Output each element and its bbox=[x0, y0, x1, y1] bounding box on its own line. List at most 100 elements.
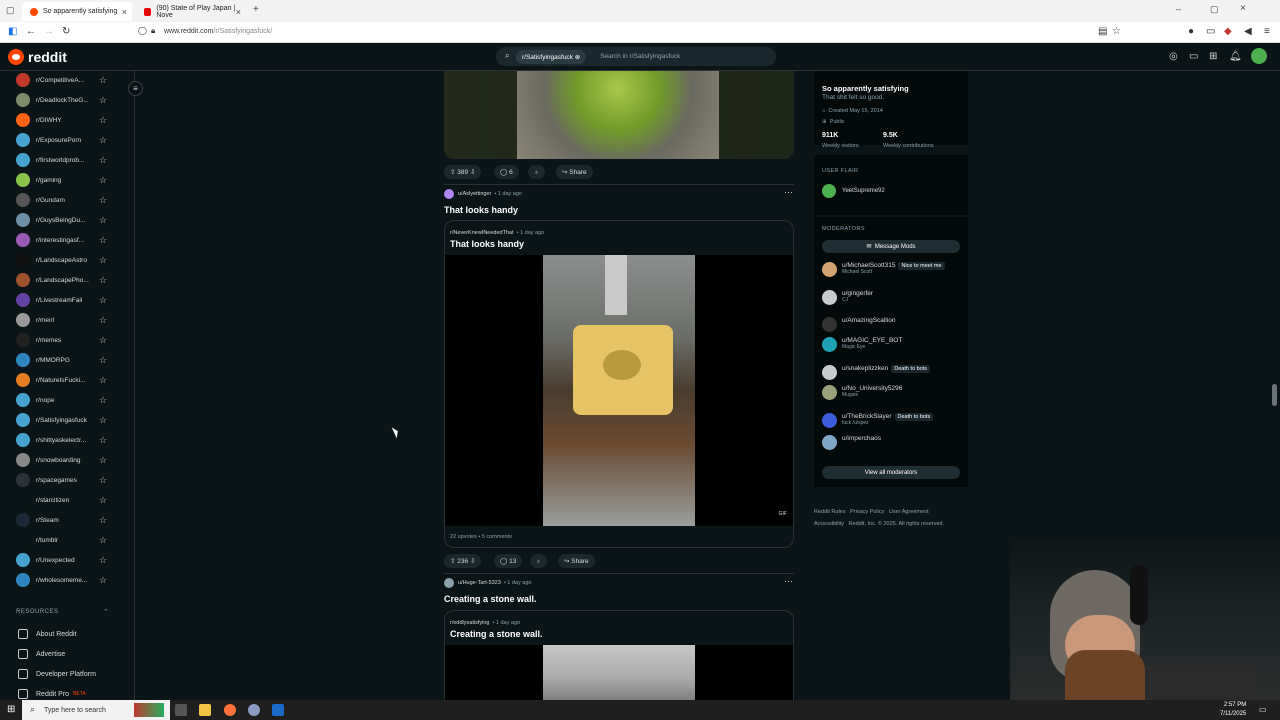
favorite-star-icon[interactable]: ☆ bbox=[99, 415, 107, 426]
tab-close-icon[interactable]: × bbox=[122, 7, 127, 17]
downvote-icon[interactable]: ⇩ bbox=[470, 557, 475, 565]
reddit-rules-link[interactable]: Reddit Rules bbox=[814, 509, 846, 515]
gif-player[interactable]: GIF bbox=[445, 255, 793, 526]
moderator-row[interactable]: u/gingerfer CJ bbox=[822, 290, 873, 305]
sidebar-item-community[interactable]: r/meirl ☆ bbox=[16, 311, 116, 329]
speaker-icon[interactable]: ◀ bbox=[1244, 26, 1252, 37]
sidebar-item-community[interactable]: r/firstworldprob... ☆ bbox=[16, 151, 116, 169]
sidebar-item-community[interactable]: r/DIWHY ☆ bbox=[16, 111, 116, 129]
favorite-star-icon[interactable]: ☆ bbox=[99, 575, 107, 586]
message-mods-button[interactable]: ✉ Message Mods bbox=[822, 240, 960, 253]
crosspost-subreddit[interactable]: r/oddlysatisfying bbox=[450, 620, 489, 626]
crosspost-card[interactable]: r/oddlysatisfying • 1 day ago Creating a … bbox=[444, 610, 794, 701]
moderator-row[interactable]: u/AmazingScallion bbox=[822, 317, 895, 332]
award-button[interactable]: ♁ bbox=[530, 554, 547, 568]
create-post-icon[interactable]: ⊞ bbox=[1209, 51, 1217, 62]
extension-icon[interactable]: ● bbox=[1188, 26, 1194, 37]
favorite-star-icon[interactable]: ☆ bbox=[99, 95, 107, 106]
post-author[interactable]: u/Huge-Tart-5323 bbox=[458, 580, 501, 586]
view-all-moderators-button[interactable]: View all moderators bbox=[822, 466, 960, 479]
tab-satisfying[interactable]: So apparently satisfying × bbox=[22, 2, 132, 21]
menu-icon[interactable]: ≡ bbox=[1264, 26, 1270, 37]
new-tab-button[interactable]: + bbox=[253, 4, 259, 15]
favorite-star-icon[interactable]: ☆ bbox=[99, 375, 107, 386]
favorite-star-icon[interactable]: ☆ bbox=[99, 175, 107, 186]
extension-icon[interactable]: ◆ bbox=[1224, 26, 1232, 37]
moderator-row[interactable]: u/imperchaos bbox=[822, 435, 881, 450]
extension-icon[interactable]: ▭ bbox=[1206, 26, 1215, 37]
favorite-star-icon[interactable]: ☆ bbox=[99, 235, 107, 246]
favorite-star-icon[interactable]: ☆ bbox=[99, 315, 107, 326]
favorite-star-icon[interactable]: ☆ bbox=[99, 355, 107, 366]
system-clock[interactable]: 2:57 PM 7/11/2025 bbox=[1220, 701, 1246, 719]
post-author[interactable]: u/Aslyettinger bbox=[458, 191, 491, 197]
app-icon[interactable] bbox=[248, 704, 260, 716]
sidebar-toggle-icon[interactable]: ◧ bbox=[8, 26, 17, 37]
favorite-star-icon[interactable]: ☆ bbox=[99, 215, 107, 226]
sidebar-item-community[interactable]: r/snowboarding ☆ bbox=[16, 451, 116, 469]
notifications-icon[interactable]: 🔔︎ bbox=[1229, 51, 1242, 62]
favorite-star-icon[interactable]: ☆ bbox=[99, 275, 107, 286]
favorite-star-icon[interactable]: ☆ bbox=[99, 155, 107, 166]
advertise-icon[interactable]: ◎ bbox=[1169, 51, 1178, 62]
chevron-up-icon[interactable]: ⌃ bbox=[103, 608, 109, 616]
more-options-icon[interactable]: ··· bbox=[784, 576, 793, 586]
favorite-star-icon[interactable]: ☆ bbox=[99, 435, 107, 446]
shield-icon[interactable]: ◯ bbox=[138, 26, 147, 35]
chat-icon[interactable]: ▭ bbox=[1189, 51, 1198, 62]
author-avatar[interactable] bbox=[444, 578, 454, 588]
sidebar-item-community[interactable]: r/DeadlockTheG... ☆ bbox=[16, 91, 116, 109]
sidebar-item-reddit-pro[interactable]: Reddit Pro BETA bbox=[18, 689, 86, 699]
favorite-star-icon[interactable]: ☆ bbox=[99, 535, 107, 546]
favorite-star-icon[interactable]: ☆ bbox=[99, 455, 107, 466]
reader-view-icon[interactable]: ▤ bbox=[1098, 26, 1107, 37]
video-player[interactable] bbox=[445, 645, 793, 701]
post-title[interactable]: Creating a stone wall. bbox=[444, 594, 537, 604]
page-scrollbar[interactable] bbox=[1272, 384, 1277, 406]
favorite-star-icon[interactable]: ☆ bbox=[99, 115, 107, 126]
back-icon[interactable]: ← bbox=[26, 26, 36, 37]
sidebar-item-community[interactable]: r/MMORPG ☆ bbox=[16, 351, 116, 369]
sidebar-item-community[interactable]: r/LandscapeAstro ☆ bbox=[16, 251, 116, 269]
post-media-frame[interactable] bbox=[444, 71, 794, 159]
notification-center-icon[interactable]: ▭ bbox=[1259, 705, 1267, 714]
crosspost-subreddit[interactable]: r/NeverKnewINeededThat bbox=[450, 230, 514, 236]
post-title[interactable]: That looks handy bbox=[444, 205, 518, 215]
vote-bar[interactable]: ⇧ 389 ⇩ bbox=[444, 165, 482, 179]
tab-youtube[interactable]: (90) State of Play Japan | Nove × bbox=[136, 2, 246, 21]
more-options-icon[interactable]: ··· bbox=[784, 187, 793, 197]
favorite-star-icon[interactable]: ☆ bbox=[99, 295, 107, 306]
sidebar-item-community[interactable]: r/tumblr ☆ bbox=[16, 531, 116, 549]
sidebar-item-community[interactable]: r/Steam ☆ bbox=[16, 511, 116, 529]
url-field[interactable]: www.reddit.com/r/Satisfyingasfuck/ bbox=[164, 28, 272, 35]
sidebar-item-community[interactable]: r/gaming ☆ bbox=[16, 171, 116, 189]
reload-icon[interactable]: ↻ bbox=[62, 26, 70, 37]
firefox-icon[interactable] bbox=[224, 704, 236, 716]
sidebar-item-community[interactable]: r/shittyaskelectr... ☆ bbox=[16, 431, 116, 449]
chip-close-icon[interactable]: ⊗ bbox=[575, 54, 580, 61]
privacy-policy-link[interactable]: Privacy Policy bbox=[850, 509, 884, 515]
user-avatar[interactable] bbox=[1251, 48, 1267, 64]
minimize-button[interactable]: – bbox=[1176, 4, 1181, 14]
user-flair[interactable]: YeetSupreme92 bbox=[822, 184, 885, 198]
task-view-icon[interactable] bbox=[175, 704, 187, 716]
moderator-row[interactable]: u/MichaelScott315 Nice to meet me Michael … bbox=[822, 262, 945, 277]
sidebar-item-community[interactable]: r/LandscapePho... ☆ bbox=[16, 271, 116, 289]
favorite-star-icon[interactable]: ☆ bbox=[99, 395, 107, 406]
sidebar-item-community[interactable]: r/GuysBeingDu... ☆ bbox=[16, 211, 116, 229]
comments-button[interactable]: ◯ 13 bbox=[494, 554, 523, 568]
author-avatar[interactable] bbox=[444, 189, 454, 199]
sidebar-item-community[interactable]: r/Unexpected ☆ bbox=[16, 551, 116, 569]
favorite-star-icon[interactable]: ☆ bbox=[99, 515, 107, 526]
tab-actions-icon[interactable]: ▢ bbox=[6, 5, 15, 16]
comments-button[interactable]: ◯ 6 bbox=[494, 165, 519, 179]
crosspost-comments[interactable]: 5 comments bbox=[482, 534, 512, 540]
sidebar-item-community[interactable]: r/starcitizen ☆ bbox=[16, 491, 116, 509]
sidebar-item-community[interactable]: r/Satisfyingasfuck ☆ bbox=[16, 411, 116, 429]
file-explorer-icon[interactable] bbox=[199, 704, 211, 716]
sidebar-item-community[interactable]: r/ExposurePorn ☆ bbox=[16, 131, 116, 149]
reddit-logo[interactable]: reddit bbox=[8, 49, 67, 65]
upvote-icon[interactable]: ⇧ bbox=[450, 168, 455, 176]
search-input[interactable]: ⌕ r/Satisfyingasfuck ⊗ Search in r/Satis… bbox=[496, 47, 776, 66]
windows-start-icon[interactable]: ⊞ bbox=[7, 704, 15, 715]
